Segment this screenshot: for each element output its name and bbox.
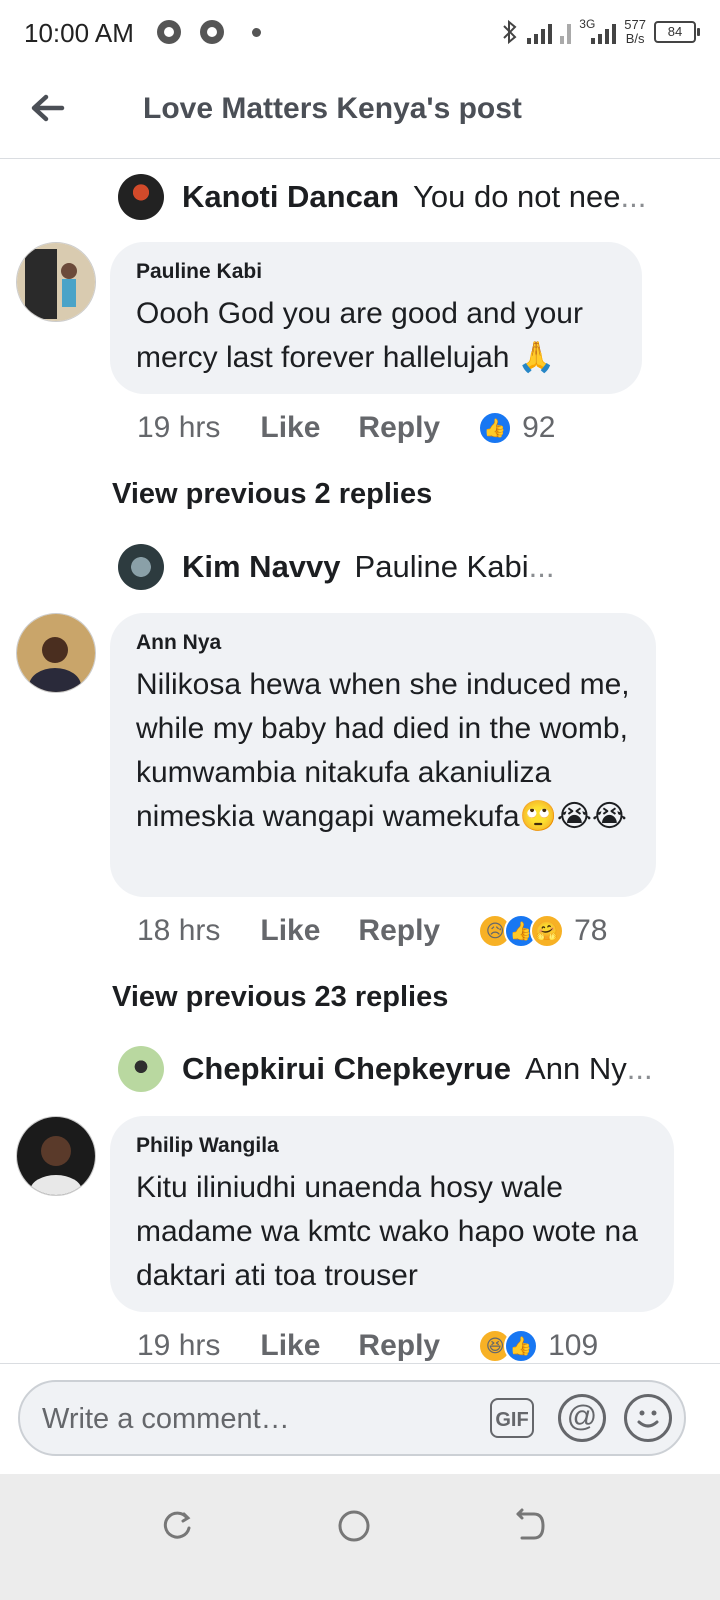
speed-unit: B/s — [625, 31, 645, 46]
avatar[interactable] — [118, 174, 164, 220]
comment-actions: 19 hrs Like Reply 👍 92 — [137, 406, 556, 450]
status-time: 10:00 AM — [24, 18, 134, 48]
reply-button[interactable]: Reply — [358, 1329, 440, 1362]
view-previous-replies-button[interactable]: View previous 23 replies — [112, 981, 448, 1014]
app-header: Love Matters Kenya's post — [0, 64, 720, 159]
reaction-count[interactable]: 78 — [574, 914, 607, 948]
comment-bubble[interactable]: Pauline Kabi Oooh God you are good and y… — [110, 242, 642, 394]
reaction-count[interactable]: 109 — [548, 1329, 598, 1362]
comment-composer: GIF @ — [0, 1363, 720, 1474]
comment-actions: 19 hrs Like Reply 😆 👍 109 — [137, 1324, 598, 1362]
network-speed: 577 B/s — [624, 18, 646, 46]
back-arrow-icon[interactable] — [28, 88, 68, 128]
comment-text: Kitu iliniudhi unaenda hosy wale madame … — [136, 1171, 638, 1292]
reply-ellipsis: ... — [626, 1051, 653, 1086]
comment-field[interactable]: GIF @ — [18, 1380, 686, 1456]
reply-snippet: You do not nee — [413, 179, 621, 214]
reply-author[interactable]: Chepkirui Chepkeyrue — [182, 1051, 511, 1087]
reply-preview[interactable]: Kanoti Dancan You do not nee... — [118, 172, 646, 222]
comment-time[interactable]: 18 hrs — [137, 914, 220, 948]
reactions[interactable]: 👍 — [478, 411, 513, 445]
gif-icon[interactable]: GIF — [490, 1398, 534, 1438]
reply-author[interactable]: Kim Navvy — [182, 549, 341, 585]
like-button[interactable]: Like — [260, 411, 320, 445]
chrome-notification-icon — [200, 20, 224, 44]
view-previous-replies-button[interactable]: View previous 2 replies — [112, 478, 432, 511]
comment-time[interactable]: 19 hrs — [137, 411, 220, 445]
page-title: Love Matters Kenya's post — [143, 92, 522, 125]
comment-author[interactable]: Philip Wangila — [136, 1134, 648, 1158]
bluetooth-icon — [503, 19, 517, 45]
reply-button[interactable]: Reply — [358, 914, 440, 948]
reaction-count[interactable]: 92 — [522, 411, 555, 445]
avatar[interactable] — [16, 613, 96, 693]
like-reaction-icon: 👍 — [504, 1329, 539, 1362]
comment-author[interactable]: Ann Nya — [136, 631, 630, 655]
comment-text: Oooh God you are good and your mercy las… — [136, 297, 583, 374]
reply-ellipsis: ... — [528, 549, 555, 584]
avatar[interactable] — [16, 1116, 96, 1196]
care-reaction-icon: 🤗 — [530, 914, 565, 948]
like-button[interactable]: Like — [260, 1329, 320, 1362]
reply-ellipsis: ... — [620, 179, 647, 214]
like-reaction-icon: 👍 — [478, 411, 513, 445]
signal-strength-icon — [527, 20, 553, 44]
status-bar: 10:00 AM 3G 577 B/s 84 — [0, 0, 720, 64]
reactions[interactable]: 😆 👍 — [478, 1329, 539, 1362]
emoji-icon[interactable] — [624, 1394, 672, 1442]
at-mention-icon[interactable]: @ — [558, 1394, 606, 1442]
nav-back-icon[interactable] — [510, 1506, 550, 1546]
home-icon[interactable] — [334, 1506, 374, 1546]
comment-text: Nilikosa hewa when she induced me, while… — [136, 668, 630, 833]
reply-button[interactable]: Reply — [358, 411, 440, 445]
avatar[interactable] — [118, 544, 164, 590]
system-nav-bar — [0, 1474, 720, 1600]
reply-snippet: Pauline Kabi — [354, 549, 529, 584]
comment-bubble[interactable]: Ann Nya Nilikosa hewa when she induced m… — [110, 613, 656, 897]
reply-author[interactable]: Kanoti Dancan — [182, 179, 399, 215]
chrome-notification-icon — [157, 20, 181, 44]
more-notifications-icon — [252, 28, 261, 37]
comment-input[interactable] — [40, 1400, 484, 1438]
status-icons: 3G 577 B/s 84 — [501, 14, 700, 50]
battery-icon: 84 — [654, 21, 700, 43]
avatar[interactable] — [118, 1046, 164, 1092]
comments-list[interactable]: Kanoti Dancan You do not nee... Pauline … — [0, 158, 720, 1362]
comment-actions: 18 hrs Like Reply 😥 👍 🤗 78 — [137, 909, 608, 953]
reply-preview[interactable]: Kim Navvy Pauline Kabi ... — [118, 542, 554, 592]
network-type: 3G — [579, 17, 596, 31]
speed-value: 577 — [624, 17, 646, 32]
avatar[interactable] — [16, 242, 96, 322]
comment-bubble[interactable]: Philip Wangila Kitu iliniudhi unaenda ho… — [110, 1116, 674, 1312]
signal-strength-2-icon — [560, 20, 572, 44]
reply-preview[interactable]: Chepkirui Chepkeyrue Ann Ny... — [118, 1044, 653, 1094]
comment-author[interactable]: Pauline Kabi — [136, 260, 616, 284]
reactions[interactable]: 😥 👍 🤗 — [478, 914, 565, 948]
reply-snippet: Ann Ny — [525, 1051, 627, 1086]
recents-icon[interactable] — [157, 1506, 197, 1546]
like-button[interactable]: Like — [260, 914, 320, 948]
comment-time[interactable]: 19 hrs — [137, 1329, 220, 1362]
